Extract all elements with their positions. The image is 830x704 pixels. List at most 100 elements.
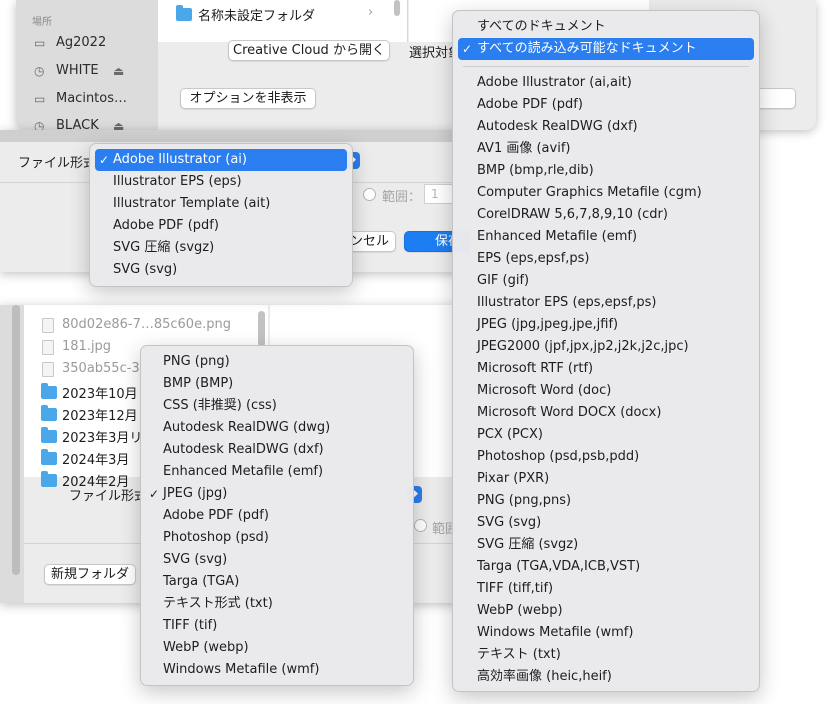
scrollbar[interactable] [12,305,20,575]
sidebar-item-black[interactable]: BLACK [56,118,99,130]
menu-item-pdf[interactable]: Adobe PDF (pdf) [141,505,413,527]
menu-item-cdr[interactable]: CorelDRAW 5,6,7,8,9,10 (cdr) [453,204,759,226]
menu-item-gif[interactable]: GIF (gif) [453,270,759,292]
menu-item-eps[interactable]: EPS (eps,epsf,ps) [453,248,759,270]
menu-item-wmf[interactable]: Windows Metafile (wmf) [141,659,413,681]
menu-item-pxr[interactable]: Pixar (PXR) [453,468,759,490]
menu-item-heic[interactable]: 高効率画像 (heic,heif) [453,666,759,688]
clock-drive-icon: ◷ [34,64,45,78]
menu-item-svgz[interactable]: SVG 圧縮 (svgz) [90,237,352,259]
menu-item-pdf[interactable]: Adobe PDF (pdf) [453,94,759,116]
menu-item-svgz[interactable]: SVG 圧縮 (svgz) [453,534,759,556]
list-item[interactable]: 2023年12月 [62,405,138,424]
menu-item-css[interactable]: CSS (非推奨) (css) [141,395,413,417]
menu-item-tga[interactable]: Targa (TGA,VDA,ICB,VST) [453,556,759,578]
list-item[interactable]: 2023年10月 [62,383,138,402]
folder-icon [41,449,57,465]
sidebar: 場所 ▭ Ag2022 ◷ WHITE ⏏ ▭ Macintos… ◷ BLAC… [16,0,158,130]
menu-item-svg[interactable]: SVG (svg) [90,259,352,281]
checkmark-icon: ✓ [149,487,160,501]
scrollbar[interactable] [394,0,400,16]
eject-icon[interactable]: ⏏ [113,119,124,130]
menu-item-txt[interactable]: テキスト (txt) [453,644,759,666]
menu-item-svg[interactable]: SVG (svg) [453,512,759,534]
menu-item-jpeg2000[interactable]: JPEG2000 (jpf,jpx,jp2,j2k,j2c,jpc) [453,336,759,358]
image-file-icon [42,340,54,355]
sidebar-section-label: 場所 [32,17,52,28]
list-item[interactable]: 181.jpg [62,339,111,354]
menu-item-webp[interactable]: WebP (webp) [453,600,759,622]
menu-separator [463,66,749,67]
menu-item-jpeg[interactable]: ✓ JPEG (jpg) [141,483,413,505]
menu-item-jpeg[interactable]: JPEG (jpg,jpeg,jpe,jfif) [453,314,759,336]
range-radio[interactable] [414,519,427,532]
dialog-divider [0,130,470,142]
menu-item-pcx[interactable]: PCX (PCX) [453,424,759,446]
menu-item-ai[interactable]: Adobe Illustrator (ai,ait) [453,72,759,94]
image-file-icon [42,362,54,377]
eject-icon[interactable]: ⏏ [113,64,124,78]
sidebar-item-white[interactable]: WHITE [56,63,99,78]
list-item[interactable]: 80d02e86-7…85c60e.png [62,317,231,332]
menu-item-doc[interactable]: Microsoft Word (doc) [453,380,759,402]
menu-item-dxf[interactable]: Autodesk RealDWG (dxf) [141,439,413,461]
creative-cloud-button[interactable]: Creative Cloud から開く [228,40,390,61]
menu-item-cgm[interactable]: Computer Graphics Metafile (cgm) [453,182,759,204]
menu-item-illustrator-template[interactable]: Illustrator Template (ait) [90,193,352,215]
menu-item-psd[interactable]: Photoshop (psd,psb,pdd) [453,446,759,468]
format-label: ファイル形式 [69,489,148,504]
menu-item-illustrator-eps[interactable]: Illustrator EPS (eps) [90,171,352,193]
menu-item-dwg[interactable]: Autodesk RealDWG (dwg) [141,417,413,439]
scrollbar[interactable] [258,311,265,347]
list-item[interactable]: 2024年3月 [62,449,129,468]
menu-item-bmp[interactable]: BMP (BMP) [141,373,413,395]
folder-icon [176,5,192,21]
export-format-menu: PNG (png) BMP (BMP) CSS (非推奨) (css) Auto… [140,345,414,686]
chevron-right-icon: › [368,5,374,20]
checkmark-icon: ✓ [99,153,110,167]
clock-drive-icon: ◷ [34,119,45,130]
range-radio[interactable] [363,188,376,201]
menu-item-wmf[interactable]: Windows Metafile (wmf) [453,622,759,644]
format-label: ファイル形式 [18,156,97,171]
menu-item-emf[interactable]: Enhanced Metafile (emf) [141,461,413,483]
folder-icon [41,471,57,487]
enable-menu: すべてのドキュメント ✓ すべての読み込み可能なドキュメント Adobe Ill… [452,10,760,692]
menu-item-all-documents[interactable]: すべてのドキュメント [453,16,759,38]
folder-icon [41,405,57,421]
menu-item-adobe-pdf[interactable]: Adobe PDF (pdf) [90,215,352,237]
list-item[interactable]: 名称未設定フォルダ [198,5,315,24]
sidebar-item-macintosh[interactable]: Macintos… [56,91,127,106]
drive-icon: ▭ [34,92,46,106]
sidebar-item-ag2022[interactable]: Ag2022 [56,35,106,50]
list-item[interactable]: 350ab55c-3 [62,361,140,376]
folder-icon [41,383,57,399]
menu-item-illustrator-eps[interactable]: Illustrator EPS (eps,epsf,ps) [453,292,759,314]
menu-item-all-readable[interactable]: ✓ すべての読み込み可能なドキュメント [458,38,754,60]
menu-item-png[interactable]: PNG (png,pns) [453,490,759,512]
list-item[interactable]: 2023年3月リ [62,427,142,446]
checkmark-icon: ✓ [462,42,473,56]
file-list[interactable]: 名称未設定フォルダ › [158,0,408,42]
menu-item-txt[interactable]: テキスト形式 (txt) [141,593,413,615]
menu-item-tiff[interactable]: TIFF (tif) [141,615,413,637]
menu-item-bmp[interactable]: BMP (bmp,rle,dib) [453,160,759,182]
menu-item-docx[interactable]: Microsoft Word DOCX (docx) [453,402,759,424]
menu-item-webp[interactable]: WebP (webp) [141,637,413,659]
menu-item-png[interactable]: PNG (png) [141,351,413,373]
new-folder-button[interactable]: 新規フォルダ [44,564,136,585]
menu-item-rtf[interactable]: Microsoft RTF (rtf) [453,358,759,380]
save-format-menu: ✓ Adobe Illustrator (ai) Illustrator EPS… [89,143,353,287]
range-label: 範囲： [382,190,422,205]
menu-item-emf[interactable]: Enhanced Metafile (emf) [453,226,759,248]
folder-icon [41,427,57,443]
menu-item-dxf[interactable]: Autodesk RealDWG (dxf) [453,116,759,138]
menu-item-tiff[interactable]: TIFF (tiff,tif) [453,578,759,600]
menu-item-psd[interactable]: Photoshop (psd) [141,527,413,549]
menu-item-svg[interactable]: SVG (svg) [141,549,413,571]
menu-item-tga[interactable]: Targa (TGA) [141,571,413,593]
menu-item-avif[interactable]: AV1 画像 (avif) [453,138,759,160]
options-button[interactable]: オプションを非表示 [180,88,316,109]
image-file-icon [42,318,54,333]
menu-item-adobe-illustrator[interactable]: ✓ Adobe Illustrator (ai) [95,149,347,171]
